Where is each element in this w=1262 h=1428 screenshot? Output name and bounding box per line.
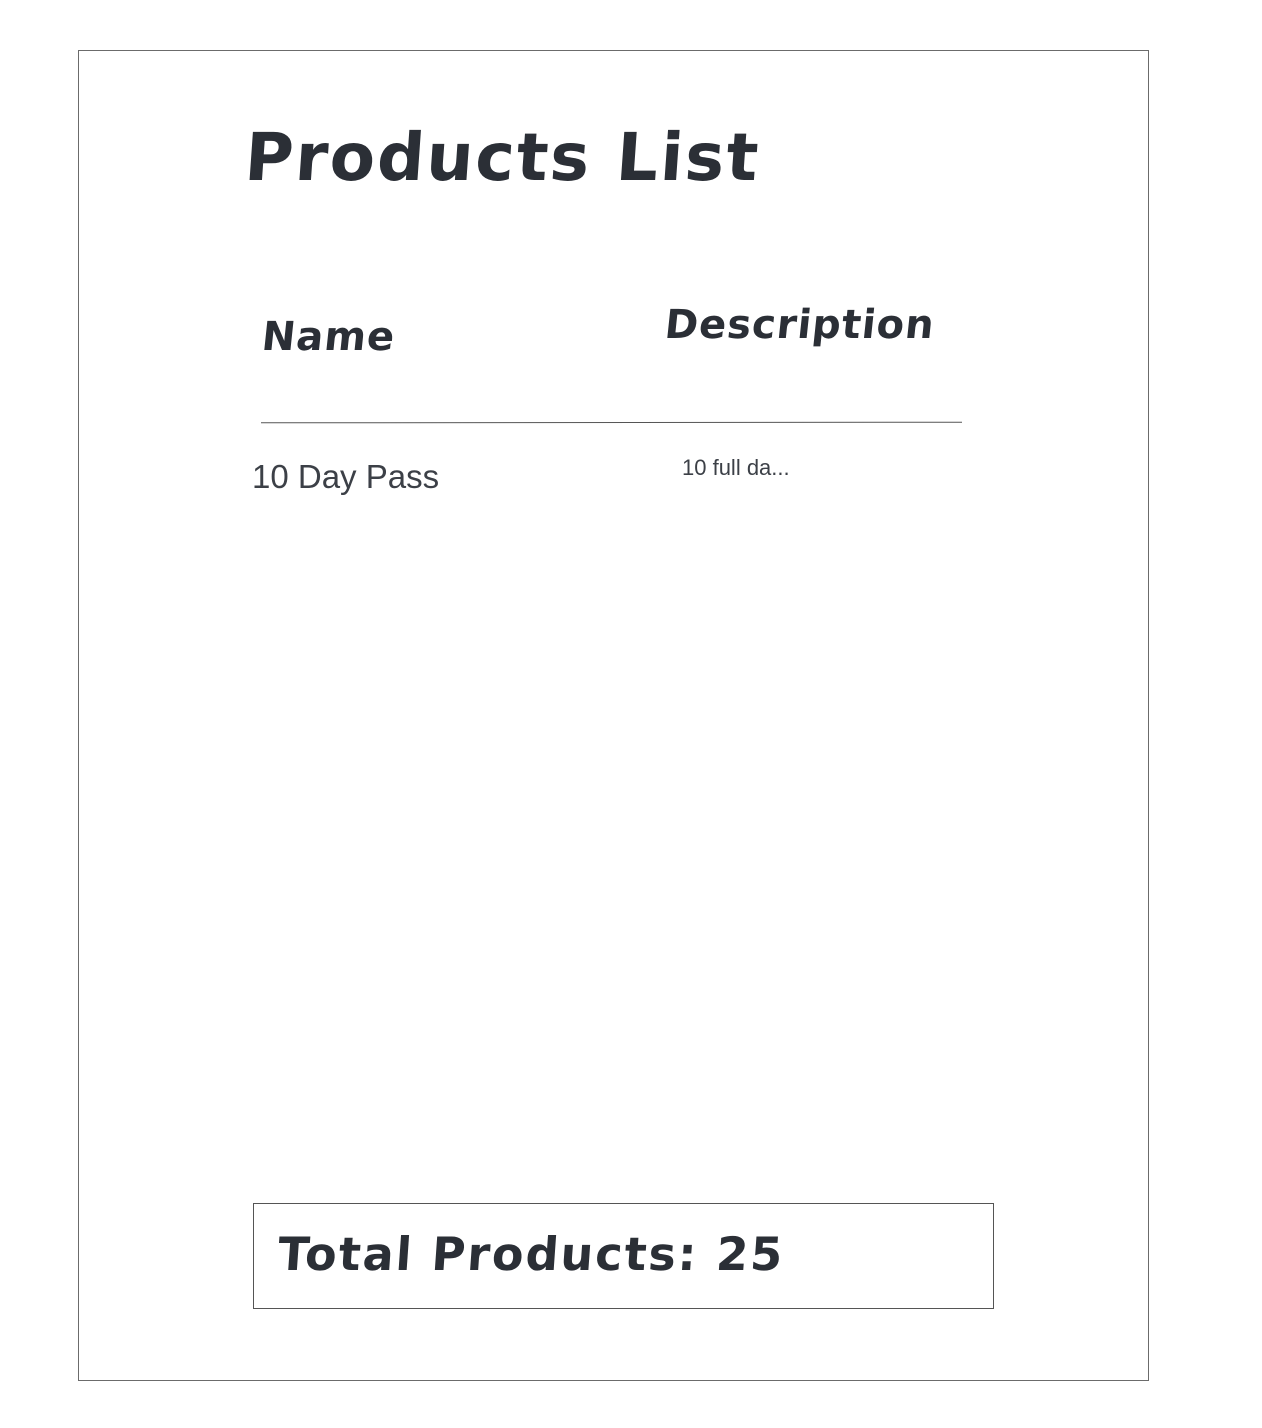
column-header-name: Name [259, 314, 398, 360]
total-products-label: Total Products: 25 [276, 1227, 787, 1281]
page-title: Products List [242, 119, 763, 196]
column-header-description: Description [662, 302, 938, 348]
product-description-cell: 10 full da... [682, 455, 790, 480]
product-name-cell[interactable]: 10 Day Pass [252, 457, 439, 497]
products-list-panel [78, 50, 1149, 1381]
total-products-box: Total Products: 25 [253, 1203, 994, 1309]
